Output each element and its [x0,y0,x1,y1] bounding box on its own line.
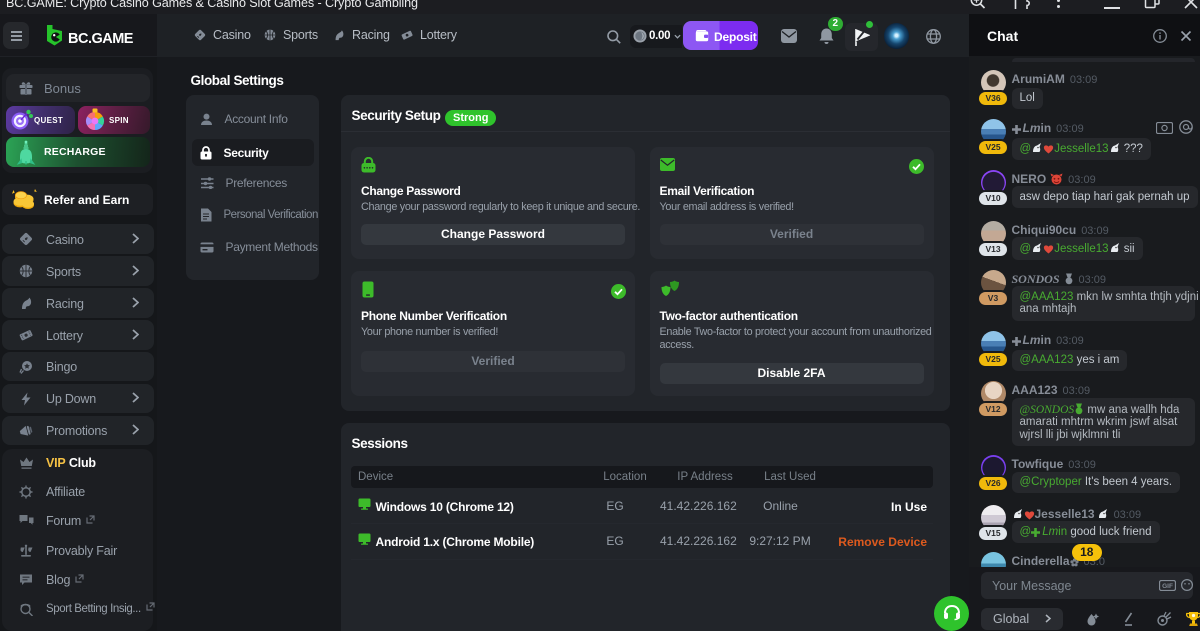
svg-text:GIF: GIF [1162,583,1173,590]
